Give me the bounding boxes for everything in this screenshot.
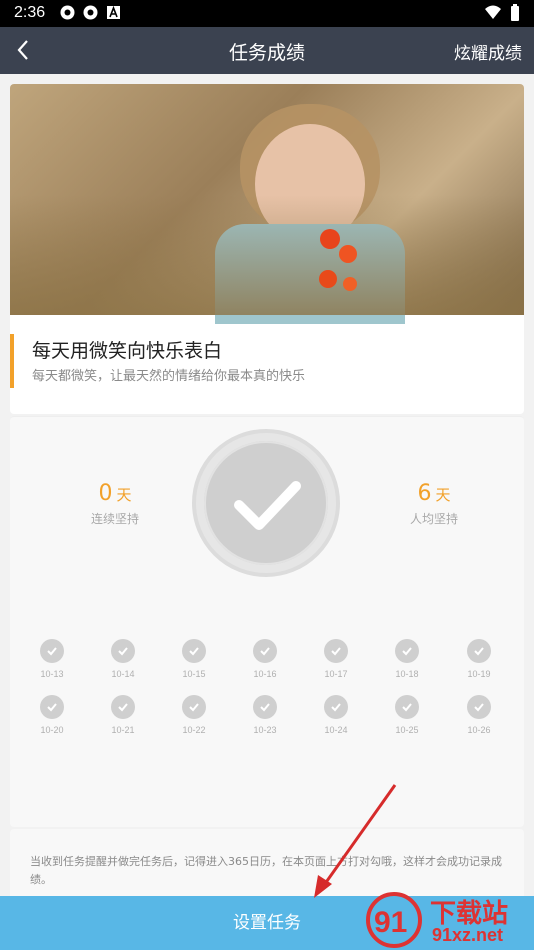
- streak-label: 连续坚持: [90, 512, 139, 526]
- average-stat: 6天 人均坚持: [374, 481, 494, 527]
- calendar-date: 10-26: [467, 725, 491, 735]
- day-check-icon: [253, 695, 277, 719]
- calendar-day[interactable]: 10-17: [306, 639, 366, 679]
- day-check-icon: [395, 695, 419, 719]
- day-check-icon: [40, 695, 64, 719]
- calendar-day[interactable]: 10-13: [22, 639, 82, 679]
- calendar-date: 10-21: [111, 725, 135, 735]
- task-cover-image: [10, 84, 524, 324]
- status-notification-icons: [60, 5, 121, 20]
- task-title: 每天用微笑向快乐表白: [32, 340, 223, 362]
- calendar-date: 10-24: [324, 725, 348, 735]
- app-notification-icon: [60, 5, 75, 20]
- day-check-icon: [324, 695, 348, 719]
- day-check-icon: [111, 639, 135, 663]
- calendar-day[interactable]: 10-24: [306, 695, 366, 735]
- streak-value: 0: [98, 481, 113, 506]
- calendar-date: 10-20: [40, 725, 64, 735]
- day-check-icon: [467, 695, 491, 719]
- calendar-day[interactable]: 10-16: [235, 639, 295, 679]
- instructions-text: 当收到任务提醒并做完任务后，记得进入365日历，在本页面上方打对勾哦，这样才会成…: [30, 855, 502, 886]
- task-card: 每天用微笑向快乐表白 每天都微笑，让最天然的情绪给你最本真的快乐: [10, 84, 524, 414]
- svg-text:91: 91: [374, 906, 407, 939]
- calendar-day[interactable]: 10-26: [449, 695, 509, 735]
- calendar-date: 10-16: [253, 669, 277, 679]
- streak-stat: 0天 连续坚持: [55, 481, 175, 527]
- status-system-icons: [484, 4, 520, 26]
- calendar-date: 10-23: [253, 725, 277, 735]
- calendar-date: 10-13: [40, 669, 64, 679]
- streak-unit: 天: [116, 486, 132, 504]
- calendar-day[interactable]: 10-20: [22, 695, 82, 735]
- calendar-day[interactable]: 10-14: [93, 639, 153, 679]
- status-bar: 2:36: [0, 0, 534, 27]
- day-check-icon: [182, 639, 206, 663]
- calendar-date: 10-17: [324, 669, 348, 679]
- calendar-day[interactable]: 10-23: [235, 695, 295, 735]
- checkmark-icon: [234, 481, 301, 530]
- status-time: 2:36: [14, 4, 46, 21]
- check-in-circle: [204, 441, 328, 565]
- share-results-button[interactable]: 炫耀成绩: [454, 39, 522, 64]
- calendar-date: 10-19: [467, 669, 491, 679]
- a-notification-icon: [106, 5, 121, 20]
- watermark-url: 91xz.net: [432, 925, 504, 945]
- average-value: 6: [417, 481, 432, 506]
- calendar-date: 10-15: [182, 669, 206, 679]
- progress-card: 0天 连续坚持 6天 人均坚持 10-13 10-14 10-15 10-16: [10, 416, 524, 827]
- day-check-icon: [111, 695, 135, 719]
- task-subtitle: 每天都微笑，让最天然的情绪给你最本真的快乐: [32, 369, 306, 384]
- day-check-icon: [40, 639, 64, 663]
- top-app-bar: 任务成绩 炫耀成绩: [0, 27, 534, 74]
- battery-icon: [510, 4, 520, 26]
- average-label: 人均坚持: [409, 512, 458, 526]
- calendar-day[interactable]: 10-15: [164, 639, 224, 679]
- day-check-icon: [467, 639, 491, 663]
- day-check-icon: [182, 695, 206, 719]
- wifi-icon: [484, 4, 502, 26]
- cover-wheat-field: [10, 195, 524, 315]
- calendar-day[interactable]: 10-22: [164, 695, 224, 735]
- app-notification-icon: [83, 5, 98, 20]
- calendar-day[interactable]: 10-19: [449, 639, 509, 679]
- calendar-date: 10-22: [182, 725, 206, 735]
- calendar-date: 10-25: [395, 725, 419, 735]
- calendar-day[interactable]: 10-18: [377, 639, 437, 679]
- average-unit: 天: [435, 486, 451, 504]
- red-arrow-annotation: [314, 784, 397, 898]
- title-accent-bar: [10, 334, 14, 388]
- calendar-date: 10-18: [395, 669, 419, 679]
- day-check-icon: [253, 639, 277, 663]
- calendar-date: 10-14: [111, 669, 135, 679]
- calendar-day[interactable]: 10-21: [93, 695, 153, 735]
- day-check-icon: [324, 639, 348, 663]
- day-check-icon: [395, 639, 419, 663]
- check-in-button[interactable]: [192, 429, 340, 577]
- cover-flowers: [319, 229, 357, 291]
- calendar-day[interactable]: 10-25: [377, 695, 437, 735]
